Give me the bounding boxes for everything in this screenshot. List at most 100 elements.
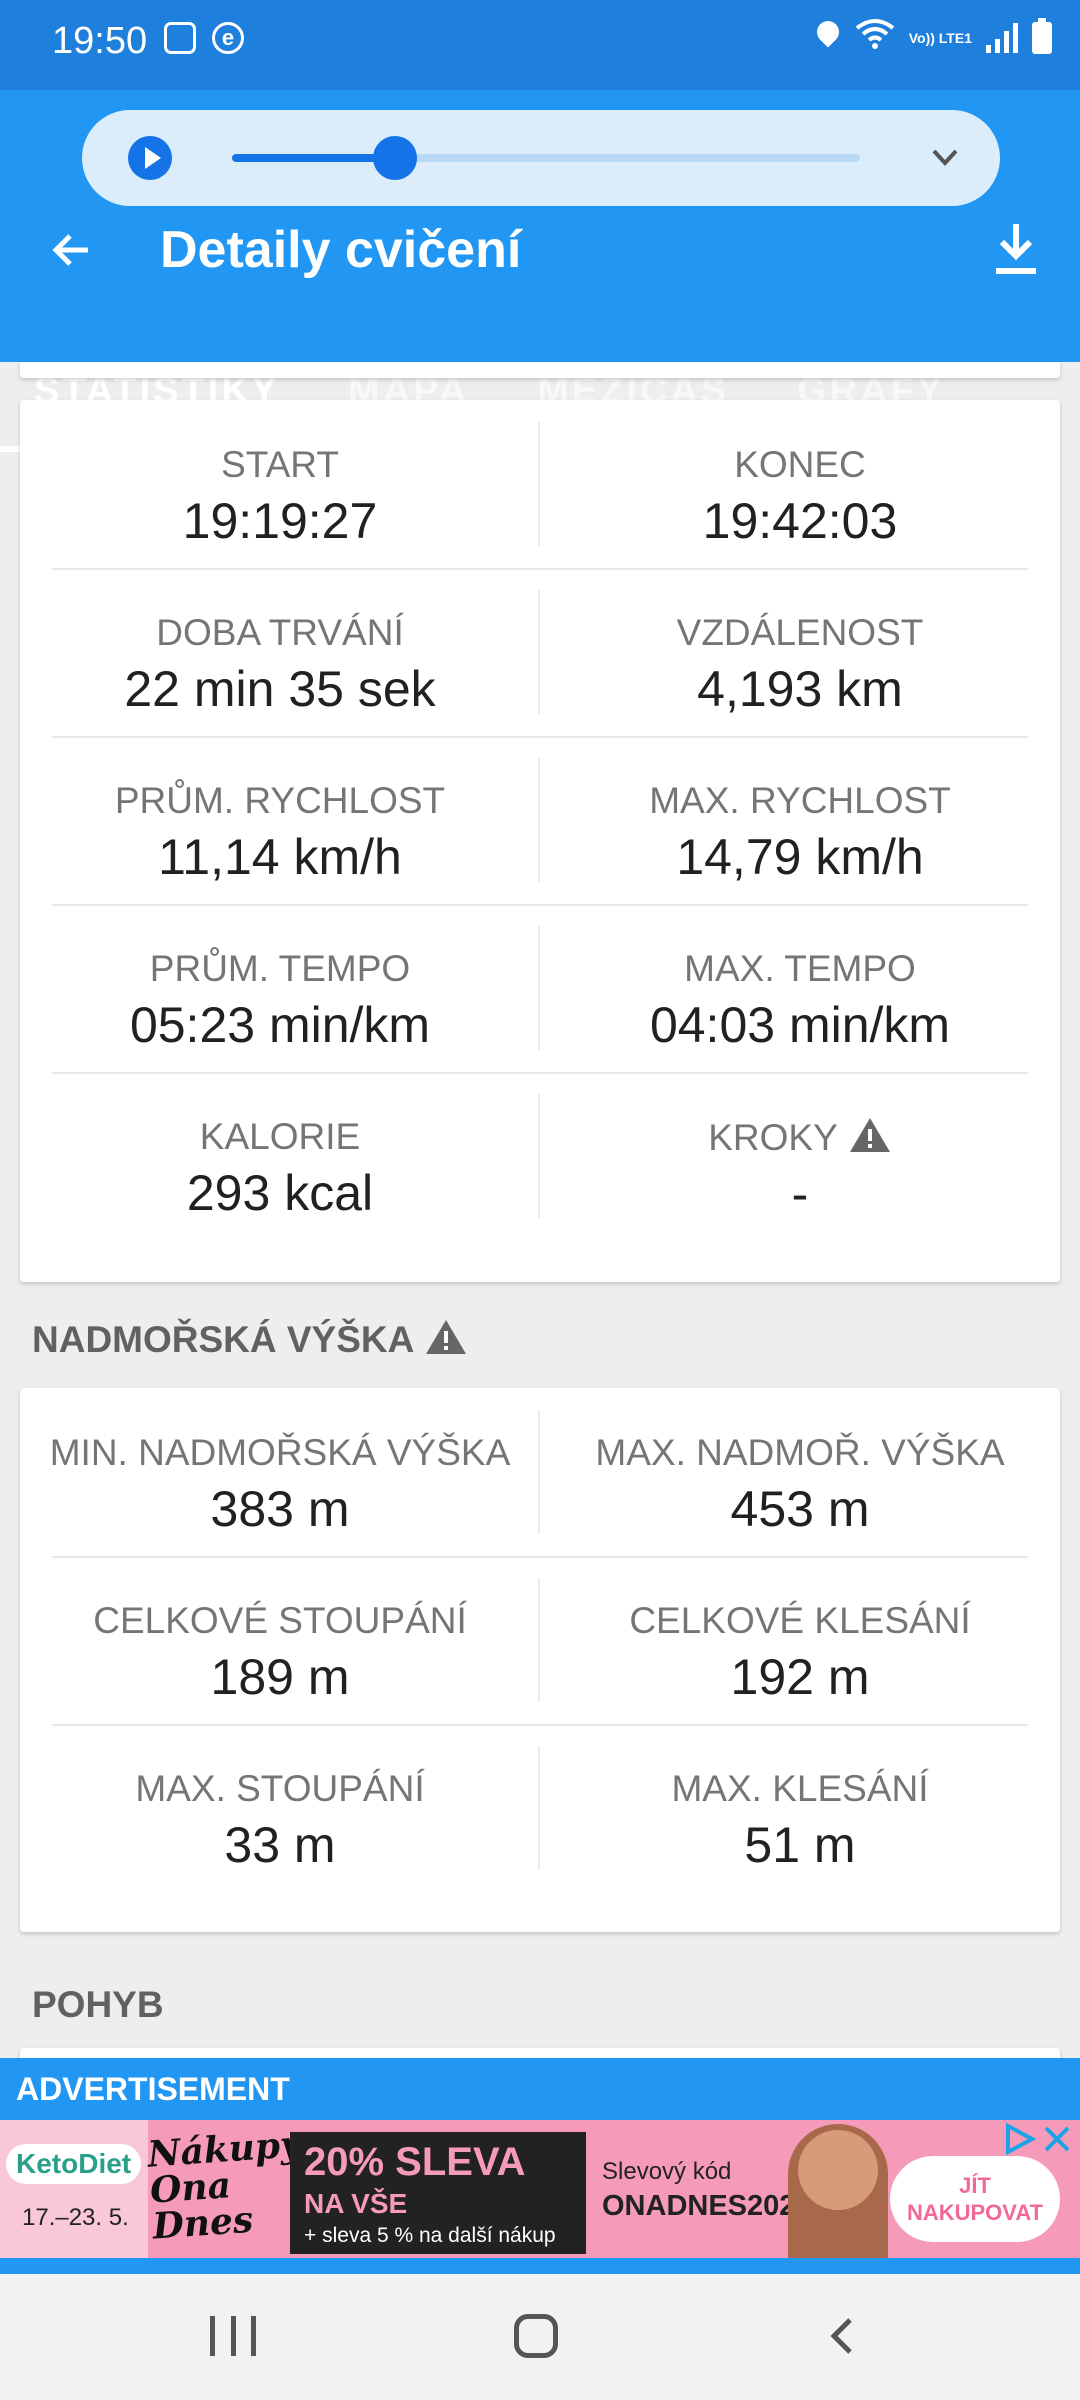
stat-label: CELKOVÉ KLESÁNÍ bbox=[629, 1600, 971, 1641]
home-icon[interactable] bbox=[514, 2314, 558, 2358]
e-notification-icon: e bbox=[212, 22, 244, 54]
stats-row: CELKOVÉ STOUPÁNÍ 189 m CELKOVÉ KLESÁNÍ 192… bbox=[20, 1556, 1060, 1724]
stat-value: 4,193 km bbox=[697, 661, 903, 717]
stat-label: MAX. RYCHLOST bbox=[649, 780, 951, 821]
stats-row: PRŮM. TEMPO 05:23 min/km MAX. TEMPO 04:03 … bbox=[20, 904, 1060, 1072]
stat-value: 51 m bbox=[744, 1817, 856, 1873]
stat-start: START 19:19:27 bbox=[20, 400, 540, 568]
stat-max-speed: MAX. RYCHLOST 14,79 km/h bbox=[540, 736, 1060, 904]
stat-label: KROKY bbox=[708, 1117, 838, 1158]
battery-icon bbox=[1032, 18, 1052, 54]
stat-max-pace: MAX. TEMPO 04:03 min/km bbox=[540, 904, 1060, 1072]
nav-back-icon[interactable] bbox=[822, 2314, 866, 2358]
stat-value: 33 m bbox=[224, 1817, 336, 1873]
stat-value: 19:42:03 bbox=[702, 493, 898, 549]
ad-bottom-strip bbox=[0, 2258, 1080, 2274]
stats-row: PRŮM. RYCHLOST 11,14 km/h MAX. RYCHLOST 14… bbox=[20, 736, 1060, 904]
warning-triangle-icon[interactable] bbox=[424, 1318, 468, 1356]
ad-label: ADVERTISEMENT bbox=[0, 2058, 1080, 2120]
download-icon[interactable] bbox=[992, 220, 1040, 278]
stat-label: CELKOVÉ STOUPÁNÍ bbox=[93, 1600, 467, 1641]
status-time: 19:50 bbox=[52, 20, 148, 62]
ad-magazine-logo: Nákupy Ona Dnes bbox=[146, 2123, 303, 2248]
stats-card: START 19:19:27 KONEC 19:42:03 DOBA TRVÁNÍ 2… bbox=[20, 400, 1060, 1282]
stat-value: 22 min 35 sek bbox=[124, 661, 436, 717]
stat-label: VZDÁLENOST bbox=[676, 612, 924, 653]
recent-apps-icon[interactable] bbox=[210, 2316, 256, 2356]
stat-value: 293 kcal bbox=[186, 1165, 374, 1221]
ad-extra: + sleva 5 % na další nákup bbox=[304, 2224, 556, 2247]
arrow-left-icon[interactable] bbox=[48, 226, 96, 274]
stat-label: MAX. NADMOŘ. VÝŠKA bbox=[595, 1432, 1005, 1473]
ad-code-label: Slevový kód bbox=[602, 2158, 732, 2185]
altitude-card: MIN. NADMOŘSKÁ VÝŠKA 383 m MAX. NADMOŘ. V… bbox=[20, 1388, 1060, 1932]
stat-total-descent: CELKOVÉ KLESÁNÍ 192 m bbox=[540, 1556, 1060, 1724]
ad-model-image bbox=[788, 2124, 888, 2258]
location-icon bbox=[815, 21, 841, 55]
stat-label: KONEC bbox=[734, 444, 866, 485]
stat-value: 04:03 min/km bbox=[649, 997, 951, 1053]
stats-row: MAX. STOUPÁNÍ 33 m MAX. KLESÁNÍ 51 m bbox=[20, 1724, 1060, 1892]
stat-value: 05:23 min/km bbox=[129, 997, 431, 1053]
stat-avg-speed: PRŮM. RYCHLOST 11,14 km/h bbox=[20, 736, 540, 904]
stat-label: MAX. STOUPÁNÍ bbox=[135, 1768, 425, 1809]
stat-label: MAX. TEMPO bbox=[684, 948, 916, 989]
ad-brand-logo: KetoDiet bbox=[6, 2144, 142, 2184]
stat-value: 192 m bbox=[730, 1649, 870, 1705]
stat-value: 14,79 km/h bbox=[676, 829, 924, 885]
stat-label: MIN. NADMOŘSKÁ VÝŠKA bbox=[49, 1432, 511, 1473]
wifi-icon bbox=[855, 18, 895, 58]
ad-subheadline: NA VŠE bbox=[304, 2188, 408, 2219]
stat-duration: DOBA TRVÁNÍ 22 min 35 sek bbox=[20, 568, 540, 736]
stat-steps: KROKY - bbox=[540, 1072, 1060, 1240]
system-nav-bar bbox=[0, 2274, 1080, 2400]
stat-label: MAX. KLESÁNÍ bbox=[671, 1768, 929, 1809]
ad-headline: 20% SLEVA bbox=[304, 2140, 526, 2184]
section-title-text: NADMOŘSKÁ VÝŠKA bbox=[32, 1319, 415, 1360]
ad-banner[interactable]: KetoDiet 17.–23. 5. Nákupy Ona Dnes 20% … bbox=[0, 2120, 1080, 2258]
stat-value: 11,14 km/h bbox=[158, 829, 402, 885]
seek-thumb[interactable] bbox=[373, 136, 418, 180]
stat-max-ascent: MAX. STOUPÁNÍ 33 m bbox=[20, 1724, 540, 1892]
play-icon[interactable] bbox=[128, 136, 172, 180]
warning-triangle-icon[interactable] bbox=[848, 1116, 892, 1154]
previous-card bbox=[20, 362, 1060, 378]
stat-label: PRŮM. TEMPO bbox=[149, 948, 411, 989]
stats-row: KALORIE 293 kcal KROKY - bbox=[20, 1072, 1060, 1240]
stat-max-descent: MAX. KLESÁNÍ 51 m bbox=[540, 1724, 1060, 1892]
ad-code: ONADNES2021 bbox=[602, 2190, 812, 2222]
stat-value: 19:19:27 bbox=[182, 493, 378, 549]
status-bar: 19:50 e Vo)) LTE1 bbox=[0, 0, 1080, 90]
ad-choices-icon[interactable] bbox=[1002, 2122, 1036, 2156]
media-player bbox=[82, 110, 1000, 206]
stat-label: PRŮM. RYCHLOST bbox=[114, 780, 446, 821]
seek-bar-fill bbox=[232, 154, 396, 162]
stat-end: KONEC 19:42:03 bbox=[540, 400, 1060, 568]
seek-bar[interactable] bbox=[232, 136, 860, 180]
close-icon[interactable] bbox=[1040, 2122, 1074, 2156]
stat-label: START bbox=[221, 444, 339, 485]
stat-distance: VZDÁLENOST 4,193 km bbox=[540, 568, 1060, 736]
stat-min-altitude: MIN. NADMOŘSKÁ VÝŠKA 383 m bbox=[20, 1388, 540, 1556]
page-title: Detaily cvičení bbox=[160, 221, 522, 279]
ad-keto-panel: KetoDiet 17.–23. 5. bbox=[0, 2120, 148, 2258]
stats-row: START 19:19:27 KONEC 19:42:03 bbox=[20, 400, 1060, 568]
ad-offer-panel: 20% SLEVA NA VŠE + sleva 5 % na další ná… bbox=[290, 2132, 586, 2254]
volte-icon: Vo)) LTE1 bbox=[908, 30, 972, 46]
stat-value: 453 m bbox=[730, 1481, 870, 1537]
stat-value: 383 m bbox=[210, 1481, 350, 1537]
stats-row: MIN. NADMOŘSKÁ VÝŠKA 383 m MAX. NADMOŘ. V… bbox=[20, 1388, 1060, 1556]
signal-icon bbox=[986, 23, 1018, 53]
section-title-altitude: NADMOŘSKÁ VÝŠKA bbox=[32, 1318, 468, 1361]
stat-label: KALORIE bbox=[199, 1116, 361, 1157]
stats-row: DOBA TRVÁNÍ 22 min 35 sek VZDÁLENOST 4,193… bbox=[20, 568, 1060, 736]
stat-max-altitude: MAX. NADMOŘ. VÝŠKA 453 m bbox=[540, 1388, 1060, 1556]
status-icons: Vo)) LTE1 bbox=[815, 18, 1052, 58]
stat-avg-pace: PRŮM. TEMPO 05:23 min/km bbox=[20, 904, 540, 1072]
ad-dates: 17.–23. 5. bbox=[22, 2204, 129, 2231]
calendar-notification-icon bbox=[164, 22, 196, 54]
chevron-down-icon[interactable] bbox=[930, 142, 960, 172]
ad-cta-button[interactable]: JÍT NAKUPOVAT bbox=[890, 2156, 1060, 2242]
stat-calories: KALORIE 293 kcal bbox=[20, 1072, 540, 1240]
stat-total-ascent: CELKOVÉ STOUPÁNÍ 189 m bbox=[20, 1556, 540, 1724]
